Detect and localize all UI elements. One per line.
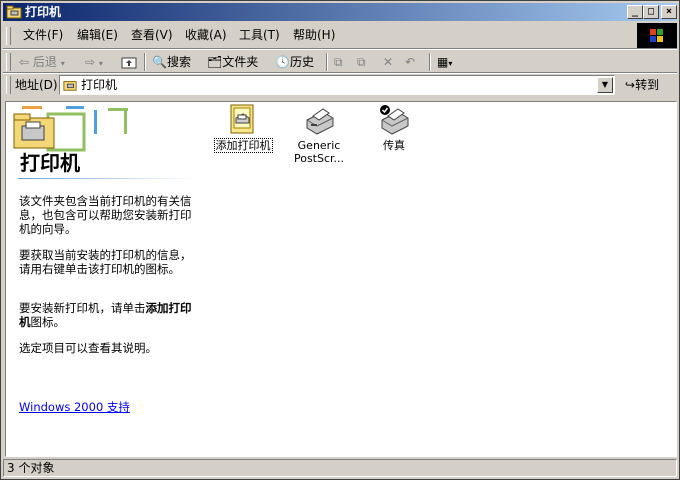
toolbar-separator <box>144 53 146 71</box>
up-folder-button[interactable] <box>121 53 137 71</box>
history-label: 历史 <box>289 55 314 69</box>
generic-postscript-printer-item[interactable]: Generic PostScr... <box>281 104 357 165</box>
install-text-suffix: 图标。 <box>30 315 66 329</box>
menu-help[interactable]: 帮助(H) <box>293 27 335 43</box>
content-pane: 打印机 该文件夹包含当前打印机的有关信息，也包含可以帮助您安装新打印机的向导。 … <box>5 101 677 457</box>
panel-info-text: 要获取当前安装的打印机的信息，请用右键单击该打印机的图标。 <box>19 248 192 276</box>
toolbar-separator-line <box>3 72 677 74</box>
folders-label: 文件夹 <box>222 55 259 69</box>
printer-icon <box>306 108 334 135</box>
folders-icon: 🗂 <box>207 55 223 69</box>
go-arrow-icon: ↪ <box>625 78 636 92</box>
install-text-prefix: 要安装新打印机，请单击 <box>19 301 146 315</box>
views-dropdown-icon: ▾ <box>448 59 453 68</box>
back-button[interactable]: ⇦ 后退 ▾ <box>19 53 65 71</box>
address-label: 地址(D) <box>15 78 58 92</box>
menu-view[interactable]: 查看(V) <box>131 27 173 43</box>
menu-tools[interactable]: 工具(T) <box>239 27 280 43</box>
toolbar-separator <box>429 53 431 71</box>
toolbar-grip[interactable] <box>6 53 11 71</box>
undo-icon: ↶ <box>405 55 416 69</box>
views-button[interactable]: ▦▾ <box>437 53 452 71</box>
panel-title: 打印机 <box>20 151 80 175</box>
forward-arrow-icon: ⇨ <box>85 55 96 69</box>
panel-select-hint: 选定项目可以查看其说明。 <box>19 341 157 355</box>
search-label: 搜索 <box>166 55 191 69</box>
add-printer-label: 添加打印机 <box>213 138 273 153</box>
add-printer-icon <box>230 104 254 134</box>
printer-folder-icon <box>6 5 22 19</box>
back-dropdown-icon: ▾ <box>60 59 65 68</box>
menu-edit[interactable]: 编辑(E) <box>77 27 118 43</box>
minimize-button[interactable]: _ <box>627 5 643 19</box>
delete-button[interactable]: ✕ <box>383 53 393 71</box>
up-folder-icon <box>121 57 137 69</box>
fax-printer-item[interactable]: 传真 <box>356 104 432 152</box>
explorer-window: 打印机 _ □ × 文件(F) 编辑(E) 查看(V) 收藏(A) 工具(T) … <box>0 0 680 480</box>
search-icon: 🔍 <box>152 55 167 69</box>
menu-separator <box>3 48 677 50</box>
back-label: 后退 <box>32 55 57 69</box>
window-title: 打印机 <box>25 5 62 19</box>
address-value: 打印机 <box>81 78 118 92</box>
windows-logo <box>637 23 677 49</box>
delete-icon: ✕ <box>383 55 394 69</box>
printer-folder-icon <box>63 81 77 91</box>
move-to-button[interactable]: ⧉ <box>334 53 343 71</box>
views-grid-icon: ▦ <box>437 55 449 69</box>
addressbar-grip[interactable] <box>6 76 11 94</box>
menu-bar: 文件(F) 编辑(E) 查看(V) 收藏(A) 工具(T) 帮助(H) <box>3 23 635 47</box>
status-bar: 3 个对象 <box>3 459 677 477</box>
chevron-down-icon: ▼ <box>601 80 609 89</box>
search-button[interactable]: 🔍搜索 <box>152 53 191 71</box>
windows-support-link[interactable]: Windows 2000 支持 <box>19 399 130 415</box>
forward-dropdown-icon: ▾ <box>98 59 103 68</box>
panel-install-text: 要安装新打印机，请单击添加打印机图标。 <box>19 301 199 329</box>
panel-description: 该文件夹包含当前打印机的有关信息，也包含可以帮助您安装新打印机的向导。 <box>19 194 192 236</box>
copy-to-button[interactable]: ⧉ <box>357 53 366 71</box>
undo-button[interactable]: ↶ <box>405 53 415 71</box>
generic-postscript-label: Generic PostScr... <box>293 139 345 165</box>
title-bar[interactable]: 打印机 _ □ × <box>3 3 677 21</box>
address-field[interactable]: 打印机 ▼ <box>59 75 615 95</box>
history-icon: 🕓 <box>275 55 290 69</box>
back-arrow-icon: ⇦ <box>19 55 30 69</box>
history-button[interactable]: 🕓历史 <box>275 53 314 71</box>
fax-printer-icon <box>380 105 409 135</box>
folders-button[interactable]: 🗂文件夹 <box>207 53 258 71</box>
move-to-icon: ⧉ <box>334 55 343 69</box>
add-printer-item[interactable]: 添加打印机 <box>205 104 281 153</box>
menu-file[interactable]: 文件(F) <box>23 27 63 43</box>
close-button[interactable]: × <box>661 5 677 19</box>
title-underline <box>18 178 194 179</box>
menu-favorites[interactable]: 收藏(A) <box>185 27 227 43</box>
go-button[interactable]: ↪转到 <box>625 75 659 95</box>
maximize-button[interactable]: □ <box>643 5 659 19</box>
address-dropdown-button[interactable]: ▼ <box>597 77 613 93</box>
toolbar-separator <box>326 53 328 71</box>
fax-label: 传真 <box>383 139 405 152</box>
copy-to-icon: ⧉ <box>357 55 366 69</box>
go-label: 转到 <box>635 78 660 92</box>
status-text: 3 个对象 <box>7 461 55 475</box>
windows-flag-icon <box>650 29 663 42</box>
forward-button[interactable]: ⇨ ▾ <box>85 53 103 71</box>
